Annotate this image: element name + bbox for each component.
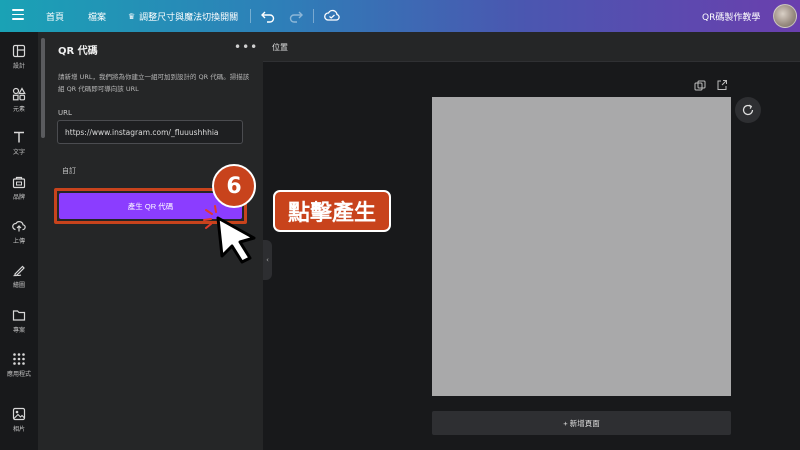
rail-label: 應用程式 [6,371,31,378]
collapse-panel-handle[interactable]: ‹ [263,240,272,280]
file-menu[interactable]: 檔案 [88,10,106,23]
top-bar: 首頁 檔案 ♛ 調整尺寸與魔法切換開關 QR碼製作教學 [0,0,800,32]
rail-label: 上傳 [12,238,25,245]
rail-item-apps[interactable]: 應用程式 [0,352,38,378]
rail-item-projects[interactable]: 專案 [0,308,38,334]
rail-item-brand[interactable]: 品牌 [0,175,38,201]
layout-icon [12,44,26,58]
rail-label: 繪圖 [12,282,25,289]
avatar[interactable] [773,4,797,28]
refresh-button[interactable] [735,97,761,123]
upload-cloud-icon [12,221,26,232]
position-button[interactable]: 位置 [272,42,288,53]
shapes-icon [12,87,26,101]
rail-item-design[interactable]: 設計 [0,44,38,70]
step-number-badge: 6 [212,164,256,208]
instruction-callout: 點擊產生 [273,190,391,232]
text-icon [14,131,24,143]
add-page-button[interactable]: + 新增頁面 [432,411,731,435]
rail-item-text[interactable]: 文字 [0,130,38,156]
rail-label: 設計 [12,63,25,70]
folder-icon [12,310,26,321]
panel-scrollbar[interactable] [41,38,45,138]
divider [250,9,251,23]
rail-label: 文字 [12,149,25,156]
rail-item-upload[interactable]: 上傳 [0,219,38,245]
brand-icon [12,176,26,189]
panel-title: QR 代碼 [58,46,98,57]
left-rail: 設計 元素 文字 品牌 上傳 繪圖 專案 應用程式 相片 [0,32,38,450]
resize-menu[interactable]: ♛ 調整尺寸與魔法切換開關 [128,10,238,23]
undo-icon[interactable] [260,8,276,24]
redo-icon[interactable] [288,8,304,24]
menu-icon[interactable] [12,9,24,21]
duplicate-page-icon[interactable] [694,80,706,92]
resize-label: 調整尺寸與魔法切換開關 [139,13,239,23]
cloud-saved-icon[interactable] [323,8,341,24]
home-link[interactable]: 首頁 [46,10,64,23]
document-title[interactable]: QR碼製作教學 [702,10,760,23]
rail-item-draw[interactable]: 繪圖 [0,263,38,289]
rail-item-photos[interactable]: 相片 [0,407,38,433]
rail-label: 品牌 [12,194,25,201]
refresh-plus-icon [742,104,754,116]
rail-label: 相片 [12,426,25,433]
panel-description: 請新增 URL，我們將為你建立一組可加到設計的 QR 代碼。掃描該組 QR 代碼… [58,73,250,93]
design-page[interactable] [432,97,731,396]
rail-item-elements[interactable]: 元素 [0,87,38,113]
chevron-left-icon: ‹ [266,256,269,264]
draw-icon [13,265,25,277]
pointer-cursor-icon [203,205,256,264]
divider [313,9,314,23]
crown-icon: ♛ [128,12,136,21]
photo-icon [12,407,26,421]
canvas-toolbar [263,32,800,62]
share-page-icon[interactable] [716,79,728,91]
apps-grid-icon [13,353,25,365]
custom-section-label[interactable]: 自訂 [62,166,76,176]
rail-label: 專案 [12,327,25,334]
rail-label: 元素 [12,106,25,113]
url-label: URL [58,109,72,117]
url-input[interactable]: https://www.instagram.com/_fluuushhhia [57,120,243,144]
more-options-icon[interactable]: ••• [234,40,258,54]
